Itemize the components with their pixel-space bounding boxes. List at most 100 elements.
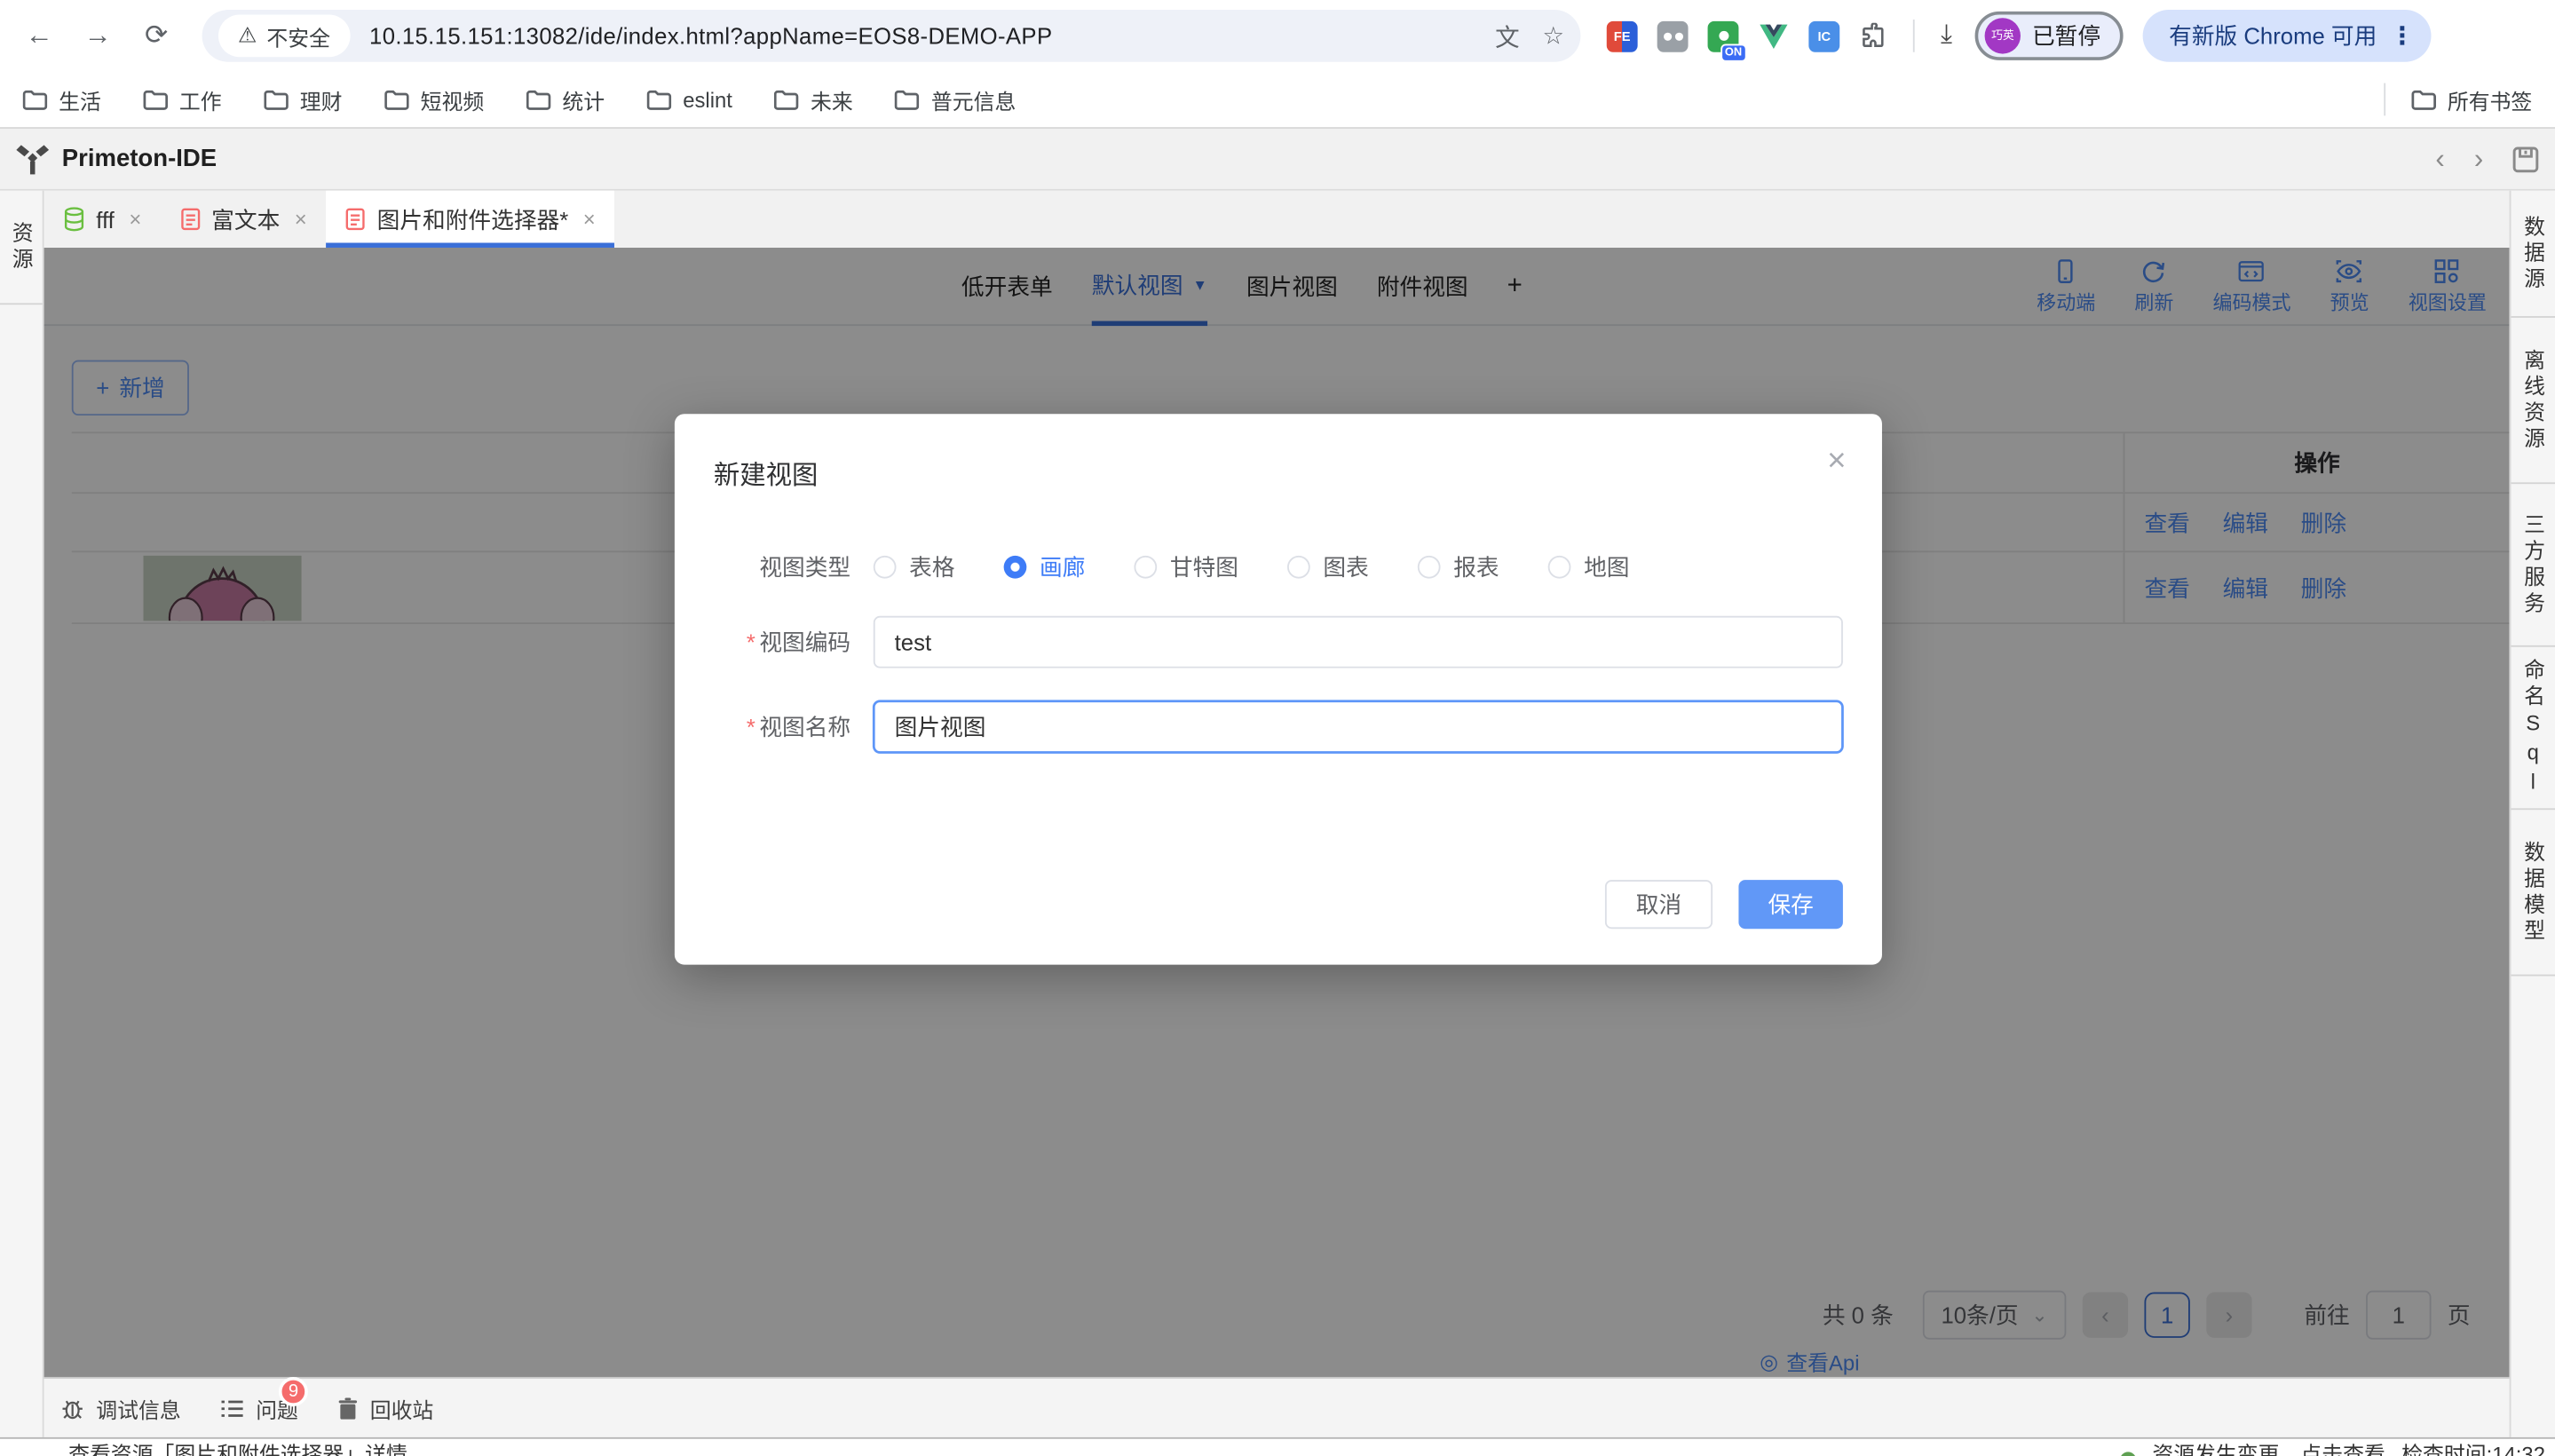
view-code-label: 视图编码 (759, 629, 850, 654)
bookmark-folder[interactable]: eslint (647, 87, 732, 112)
problems-button[interactable]: 问题 9 (220, 1392, 298, 1423)
bug-icon (60, 1396, 85, 1420)
security-chip[interactable]: ⚠ 不安全 (218, 15, 350, 58)
warning-icon: ⚠ (238, 23, 257, 49)
radio-label: 表格 (909, 550, 954, 583)
rail-tab-resources[interactable]: 资源 (0, 191, 43, 305)
radio-map[interactable]: 地图 (1548, 550, 1630, 583)
all-bookmarks[interactable]: 所有书签 (2411, 84, 2532, 115)
extensions-puzzle-icon[interactable] (1859, 22, 1887, 50)
bookmark-label: 短视频 (421, 84, 485, 115)
doc-tab-image-attachment-picker[interactable]: 图片和附件选择器* × (327, 191, 615, 248)
status-left-text[interactable]: 查看资源「图片和附件选择器」详情 (68, 1442, 407, 1456)
recycle-label: 回收站 (370, 1392, 434, 1423)
view-name-input[interactable] (874, 700, 1843, 753)
chrome-update-pill[interactable]: 有新版 Chrome 可用 ⋮ (2143, 10, 2431, 62)
extension-fe-icon[interactable]: FE (1607, 20, 1638, 51)
bookmarks-bar: 生活 工作 理财 短视频 统计 eslint 未来 普元信息 所有书签 (0, 72, 2555, 127)
bookmark-folder[interactable]: 短视频 (384, 84, 484, 115)
radio-icon (874, 556, 897, 579)
rail-tab-datasource[interactable]: 数据源 (2511, 191, 2555, 318)
dialog-close-icon[interactable]: × (1827, 443, 1846, 480)
history-forward-icon[interactable]: › (2474, 143, 2483, 176)
bookmark-folder[interactable]: 统计 (526, 84, 605, 115)
history-back-icon[interactable]: ‹ (2435, 143, 2444, 176)
cancel-button[interactable]: 取消 (1605, 880, 1713, 929)
document-icon (180, 207, 200, 232)
rail-tab-named-sql[interactable]: 命名Sql (2511, 647, 2555, 811)
update-label: 有新版 Chrome 可用 (2169, 20, 2377, 52)
radio-label: 画廊 (1040, 550, 1085, 583)
radio-chart[interactable]: 图表 (1287, 550, 1369, 583)
extensions-row: FE ON IC ⤓ (1607, 20, 1952, 52)
extension-on-icon[interactable]: ON (1708, 20, 1739, 51)
back-icon[interactable]: ← (16, 13, 61, 59)
rail-tab-data-model[interactable]: 数据模型 (2511, 810, 2555, 976)
close-tab-icon[interactable]: × (583, 207, 596, 232)
save-button[interactable]: 保存 (1738, 880, 1842, 929)
bookmark-folder[interactable]: 工作 (144, 84, 222, 115)
doc-tab-richtext[interactable]: 富文本 × (161, 191, 326, 248)
view-name-row: *视图名称 (714, 700, 1843, 753)
view-type-label: 视图类型 (714, 550, 850, 583)
translate-icon[interactable]: 文 (1495, 19, 1520, 53)
bookmark-star-icon[interactable]: ☆ (1542, 21, 1564, 51)
on-badge: ON (1720, 44, 1746, 61)
radio-label: 图表 (1323, 550, 1368, 583)
save-layout-icon[interactable] (2512, 146, 2538, 171)
downloads-icon[interactable]: ⤓ (1941, 21, 1952, 51)
bookmark-label: 统计 (562, 84, 605, 115)
forward-icon[interactable]: → (75, 13, 120, 59)
status-dot-icon (2120, 1451, 2136, 1456)
database-icon (64, 207, 85, 232)
radio-label: 报表 (1453, 550, 1499, 583)
bookmark-label: eslint (683, 87, 732, 112)
doc-tab-fff[interactable]: fff × (44, 191, 162, 248)
close-tab-icon[interactable]: × (295, 207, 307, 232)
screen: ← → ⟳ ⚠ 不安全 10.15.15.151:13082/ide/index… (0, 0, 2555, 1456)
menu-kebab-icon[interactable]: ⋮ (2390, 21, 2415, 51)
radio-table[interactable]: 表格 (874, 550, 955, 583)
resource-changed-text[interactable]: 资源发生变更，点击查看 (2152, 1439, 2385, 1456)
radio-icon (1287, 556, 1310, 579)
rail-tab-third-party-services[interactable]: 三方服务 (2511, 484, 2555, 647)
view-type-row: 视图类型 表格 画廊 甘特图 图表 (714, 550, 1843, 583)
list-icon (220, 1396, 245, 1420)
view-code-input[interactable] (874, 616, 1843, 669)
profile-paused-pill[interactable]: 巧英 已暂停 (1975, 12, 2124, 60)
url-text[interactable]: 10.15.15.151:13082/ide/index.html?appNam… (369, 23, 1052, 49)
view-name-label: 视图名称 (759, 714, 850, 740)
radio-gallery[interactable]: 画廊 (1004, 550, 1086, 583)
reload-icon[interactable]: ⟳ (134, 13, 179, 59)
bookmark-label: 生活 (59, 84, 101, 115)
dialog-title: 新建视图 (714, 453, 818, 492)
bookmark-folder[interactable]: 未来 (775, 84, 853, 115)
radio-report[interactable]: 报表 (1418, 550, 1499, 583)
address-bar[interactable]: ⚠ 不安全 10.15.15.151:13082/ide/index.html?… (202, 10, 1581, 62)
extension-vue-icon[interactable] (1758, 20, 1789, 51)
rail-tab-offline-resources[interactable]: 离线资源 (2511, 318, 2555, 484)
debug-info-button[interactable]: 调试信息 (60, 1392, 181, 1423)
close-tab-icon[interactable]: × (129, 207, 141, 232)
left-rail: 资源 (0, 191, 44, 1437)
bookmark-folder[interactable]: 生活 (23, 84, 101, 115)
check-time-text: 检查时间:14:32 (2401, 1439, 2545, 1456)
extension-ic-icon[interactable]: IC (1808, 20, 1839, 51)
right-rail: 数据源 离线资源 三方服务 命名Sql 数据模型 (2510, 191, 2555, 1437)
required-asterisk: * (746, 629, 755, 654)
app-title-bar: Primeton-IDE ‹ › (0, 127, 2555, 191)
problems-count-badge: 9 (279, 1376, 308, 1405)
doc-tabstrip: fff × 富文本 × 图片和附件选择器* × (44, 191, 2510, 248)
extension-gray-icon[interactable] (1657, 20, 1689, 51)
app-title: Primeton-IDE (62, 145, 217, 172)
recycle-bin-button[interactable]: 回收站 (337, 1392, 433, 1423)
radio-gantt[interactable]: 甘特图 (1134, 550, 1238, 583)
bookmark-folder[interactable]: 理财 (264, 84, 342, 115)
debug-label: 调试信息 (96, 1392, 180, 1423)
browser-toolbar: ← → ⟳ ⚠ 不安全 10.15.15.151:13082/ide/index… (0, 0, 2555, 72)
bookmark-label: 普元信息 (931, 84, 1016, 115)
status-bar: 查看资源「图片和附件选择器」详情 资源发生变更，点击查看 检查时间:14:32 (0, 1437, 2555, 1456)
profile-avatar: 巧英 (1985, 18, 2021, 53)
bookmark-folder[interactable]: 普元信息 (895, 84, 1016, 115)
doc-tab-label: fff (96, 206, 115, 232)
